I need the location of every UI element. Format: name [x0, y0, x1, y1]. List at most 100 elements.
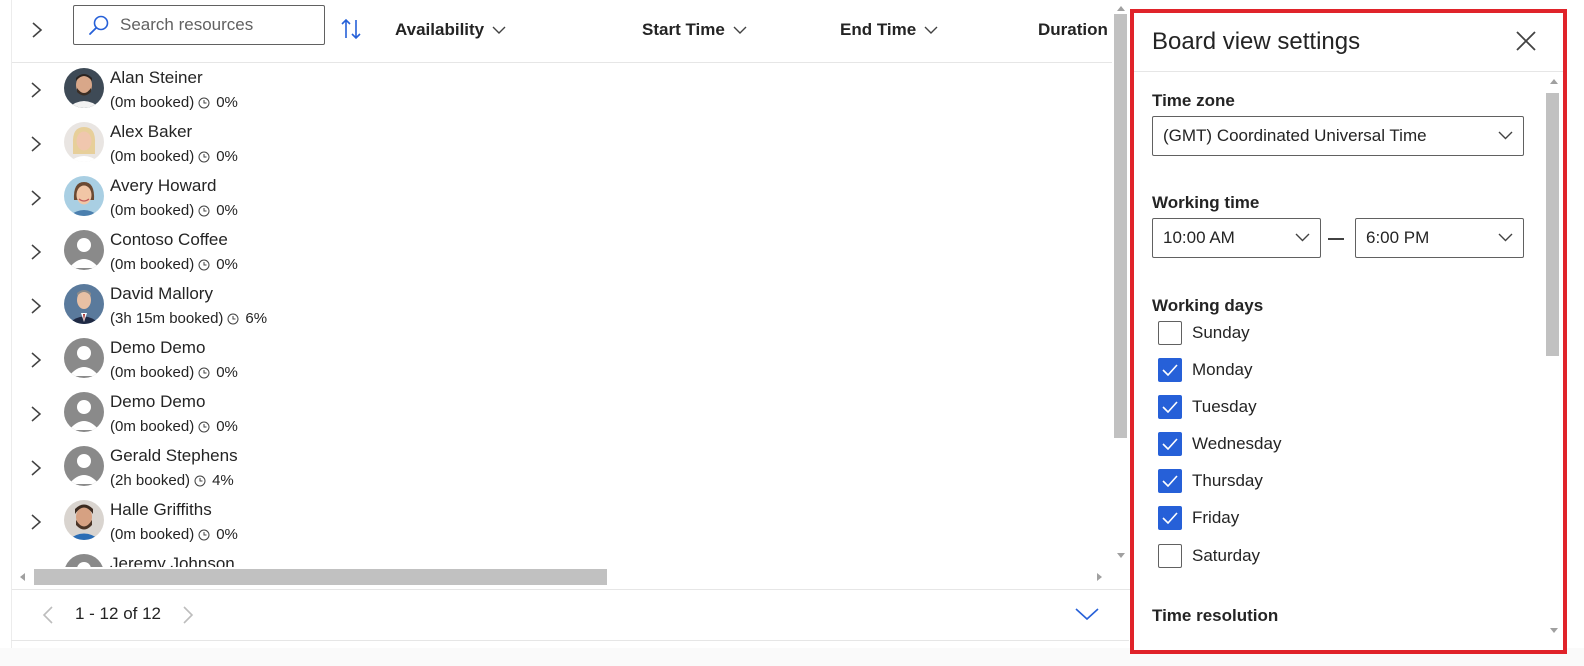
column-header-duration[interactable]: Duration [1038, 20, 1108, 40]
checkbox-box[interactable] [1158, 544, 1182, 568]
checkbox-label: Monday [1192, 360, 1253, 379]
expand-row-chevron-icon[interactable] [29, 459, 43, 477]
expand-row-chevron-icon[interactable] [29, 513, 43, 531]
horizontal-scrollbar-thumb[interactable] [34, 569, 607, 585]
next-page-chevron-icon[interactable] [182, 605, 194, 625]
column-header-start-time[interactable]: Start Time [642, 20, 747, 40]
resource-name[interactable]: Avery Howard [110, 176, 216, 196]
booked-text: (0m booked) [110, 256, 195, 273]
checkbox-sunday[interactable]: Sunday [1158, 321, 1250, 345]
column-header-end-time[interactable]: End Time [840, 20, 938, 40]
expand-row-chevron-icon[interactable] [29, 135, 43, 153]
booked-text: (0m booked) [110, 94, 195, 111]
previous-page-chevron-icon[interactable] [42, 605, 54, 625]
checkbox-saturday[interactable]: Saturday [1158, 544, 1260, 568]
time-zone-label: Time zone [1152, 91, 1235, 110]
checkbox-label: Wednesday [1192, 434, 1282, 453]
checkbox-box[interactable] [1158, 358, 1182, 382]
resource-name[interactable]: Halle Griffiths [110, 500, 212, 520]
checkbox-box[interactable] [1158, 506, 1182, 530]
clock-icon [227, 313, 239, 324]
resource-row[interactable]: Halle Griffiths (0m booked) 0% [12, 495, 1112, 549]
search-input[interactable] [120, 15, 320, 35]
checkbox-thursday[interactable]: Thursday [1158, 469, 1263, 493]
utilization-percent: 4% [212, 472, 234, 489]
avatar [64, 284, 104, 324]
panel-title: Board view settings [1152, 28, 1361, 55]
page-range-text: 1 - 12 of 12 [75, 604, 162, 623]
resource-name[interactable]: Jeremy Johnson [110, 554, 235, 567]
expand-row-chevron-icon[interactable] [29, 243, 43, 261]
checkbox-label: Sunday [1192, 323, 1250, 342]
resource-booking-summary: (0m booked) 0% [110, 256, 238, 273]
clock-icon [194, 475, 206, 486]
chevron-down-icon [1498, 131, 1513, 140]
booked-text: (0m booked) [110, 148, 195, 165]
booked-text: (0m booked) [110, 364, 195, 381]
working-time-label: Working time [1152, 193, 1260, 212]
scroll-down-arrow-icon[interactable] [1116, 550, 1126, 560]
sort-icon[interactable] [340, 16, 362, 42]
resource-booking-summary: (0m booked) 0% [110, 148, 238, 165]
booked-text: (0m booked) [110, 526, 195, 543]
resource-row[interactable]: Contoso Coffee (0m booked) 0% [12, 225, 1112, 279]
utilization-percent: 0% [216, 202, 238, 219]
resource-name[interactable]: Demo Demo [110, 392, 205, 412]
resource-row[interactable]: Demo Demo (0m booked) 0% [12, 387, 1112, 441]
checkbox-box[interactable] [1158, 395, 1182, 419]
column-end-time-label: End Time [840, 20, 917, 39]
clock-icon [198, 367, 210, 378]
checkbox-monday[interactable]: Monday [1158, 358, 1252, 382]
search-resources-field[interactable] [73, 5, 325, 45]
avatar [64, 176, 104, 216]
expand-row-chevron-icon[interactable] [29, 189, 43, 207]
resource-row[interactable]: David Mallory (3h 15m booked) 6% [12, 279, 1112, 333]
check-icon [1162, 364, 1178, 376]
resource-row[interactable]: Alan Steiner (0m booked) 0% [12, 63, 1112, 117]
resource-name[interactable]: Alex Baker [110, 122, 192, 142]
scroll-right-arrow-icon[interactable] [1094, 572, 1104, 582]
resource-name[interactable]: David Mallory [110, 284, 213, 304]
checkbox-friday[interactable]: Friday [1158, 506, 1239, 530]
board-header: Availability Start Time End Time Duratio… [12, 0, 1112, 63]
resource-row[interactable]: Gerald Stephens (2h booked) 4% [12, 441, 1112, 495]
checkbox-wednesday[interactable]: Wednesday [1158, 432, 1281, 456]
clock-icon [198, 97, 210, 108]
expand-row-chevron-icon[interactable] [29, 297, 43, 315]
vertical-scrollbar-thumb[interactable] [1114, 14, 1127, 438]
column-header-availability[interactable]: Availability [395, 20, 506, 40]
working-time-end-dropdown[interactable]: 6:00 PM [1355, 218, 1524, 258]
panel-scroll-down-arrow-icon[interactable] [1549, 625, 1559, 635]
time-zone-dropdown[interactable]: (GMT) Coordinated Universal Time [1152, 116, 1524, 156]
checkbox-box[interactable] [1158, 432, 1182, 456]
chevron-down-icon [1295, 233, 1310, 242]
expand-all-chevron-icon[interactable] [28, 20, 46, 40]
working-time-start-dropdown[interactable]: 10:00 AM [1152, 218, 1321, 258]
resource-row[interactable]: Alex Baker (0m booked) 0% [12, 117, 1112, 171]
resource-row[interactable]: Jeremy Johnson [12, 549, 1112, 567]
resource-name[interactable]: Gerald Stephens [110, 446, 238, 466]
resource-name[interactable]: Demo Demo [110, 338, 205, 358]
resource-row[interactable]: Demo Demo (0m booked) 0% [12, 333, 1112, 387]
scroll-up-arrow-icon[interactable] [1116, 4, 1126, 14]
panel-scrollbar-thumb[interactable] [1546, 93, 1559, 356]
checkbox-tuesday[interactable]: Tuesday [1158, 395, 1257, 419]
booked-text: (2h booked) [110, 472, 191, 489]
resource-name[interactable]: Contoso Coffee [110, 230, 228, 250]
checkbox-box[interactable] [1158, 321, 1182, 345]
resource-name[interactable]: Alan Steiner [110, 68, 203, 88]
expand-row-chevron-icon[interactable] [29, 351, 43, 369]
panel-header: Board view settings [1134, 13, 1563, 72]
expand-row-chevron-icon[interactable] [29, 405, 43, 423]
clock-icon [198, 529, 210, 540]
booked-text: (0m booked) [110, 202, 195, 219]
scroll-left-arrow-icon[interactable] [18, 572, 28, 582]
booked-text: (0m booked) [110, 418, 195, 435]
panel-scroll-up-arrow-icon[interactable] [1549, 77, 1559, 87]
close-icon[interactable] [1514, 29, 1538, 53]
chevron-down-icon[interactable] [1075, 607, 1099, 621]
expand-row-chevron-icon[interactable] [29, 81, 43, 99]
time-range-separator [1328, 238, 1344, 240]
checkbox-box[interactable] [1158, 469, 1182, 493]
resource-row[interactable]: Avery Howard (0m booked) 0% [12, 171, 1112, 225]
